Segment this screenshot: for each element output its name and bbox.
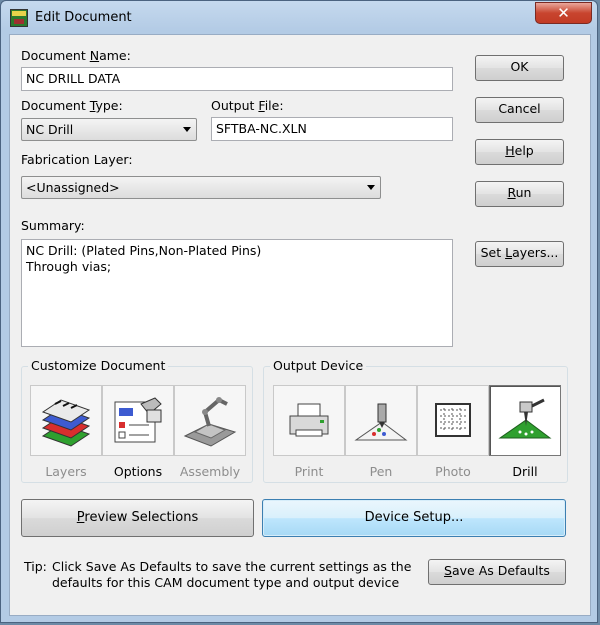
dialog-body: Document Name: NC DRILL DATA Document Ty… xyxy=(9,34,591,616)
output-file-input[interactable]: SFTBA-NC.XLN xyxy=(211,117,453,141)
chevron-down-icon xyxy=(367,185,375,190)
print-label: Print xyxy=(294,464,324,479)
pen-plotter-icon xyxy=(354,403,408,441)
pen-label: Pen xyxy=(369,464,393,479)
document-type-label: Document Type: xyxy=(21,98,123,113)
drill-label: Drill xyxy=(512,464,538,479)
assembly-tile[interactable] xyxy=(174,385,246,456)
ok-button[interactable]: OK xyxy=(475,55,564,81)
tip-text: Click Save As Defaults to save the curre… xyxy=(52,559,412,590)
title-bar[interactable]: Edit Document ✕ xyxy=(1,1,599,35)
tip-prefix: Tip: xyxy=(24,559,47,574)
output-device-title: Output Device xyxy=(270,358,367,373)
fabrication-layer-label: Fabrication Layer: xyxy=(21,152,133,167)
layers-icon xyxy=(41,399,91,447)
document-name-input[interactable]: NC DRILL DATA xyxy=(21,67,453,91)
pen-tile[interactable] xyxy=(345,385,417,456)
layers-label: Layers xyxy=(45,464,87,479)
options-label: Options xyxy=(113,464,163,479)
drill-tile[interactable] xyxy=(489,385,561,456)
document-type-select[interactable]: NC Drill xyxy=(21,118,197,141)
document-name-label: Document Name: xyxy=(21,48,131,63)
printer-icon xyxy=(289,403,329,437)
device-setup-button[interactable]: Device Setup... xyxy=(262,499,566,537)
fabrication-layer-value: <Unassigned> xyxy=(26,180,120,195)
customize-document-title: Customize Document xyxy=(28,358,169,373)
layers-tile[interactable] xyxy=(30,385,102,456)
window-title: Edit Document xyxy=(35,10,132,25)
summary-line: Through vias; xyxy=(26,259,112,274)
chevron-down-icon xyxy=(183,127,191,132)
print-tile[interactable] xyxy=(273,385,345,456)
photo-tile[interactable] xyxy=(417,385,489,456)
options-icon xyxy=(114,397,162,443)
run-button[interactable]: Run xyxy=(475,181,564,207)
output-file-label: Output File: xyxy=(211,98,284,113)
cancel-button[interactable]: Cancel xyxy=(475,97,564,123)
output-device-group: Output Device Print Pen Photo Drill xyxy=(263,358,568,483)
help-button[interactable]: Help xyxy=(475,139,564,165)
photo-icon xyxy=(435,403,471,437)
summary-textarea[interactable]: NC Drill: (Plated Pins,Non-Plated Pins) … xyxy=(21,239,453,347)
photo-label: Photo xyxy=(435,464,471,479)
fabrication-layer-select[interactable]: <Unassigned> xyxy=(21,176,381,199)
set-layers-button[interactable]: Set Layers... xyxy=(475,241,564,267)
drill-icon xyxy=(498,398,552,439)
edit-document-dialog: Edit Document ✕ Document Name: NC DRILL … xyxy=(0,0,598,623)
save-as-defaults-button[interactable]: Save As Defaults xyxy=(428,559,566,585)
options-tile[interactable] xyxy=(102,385,174,456)
summary-label: Summary: xyxy=(21,218,85,233)
close-button[interactable]: ✕ xyxy=(535,2,592,24)
preview-selections-button[interactable]: Preview Selections xyxy=(21,499,254,537)
pads-app-icon xyxy=(10,9,28,27)
assembly-label: Assembly xyxy=(179,464,241,479)
customize-document-group: Customize Document Layers Options Assemb… xyxy=(21,358,253,483)
assembly-icon xyxy=(183,397,237,447)
summary-line: NC Drill: (Plated Pins,Non-Plated Pins) xyxy=(26,243,262,258)
document-type-value: NC Drill xyxy=(26,122,74,137)
